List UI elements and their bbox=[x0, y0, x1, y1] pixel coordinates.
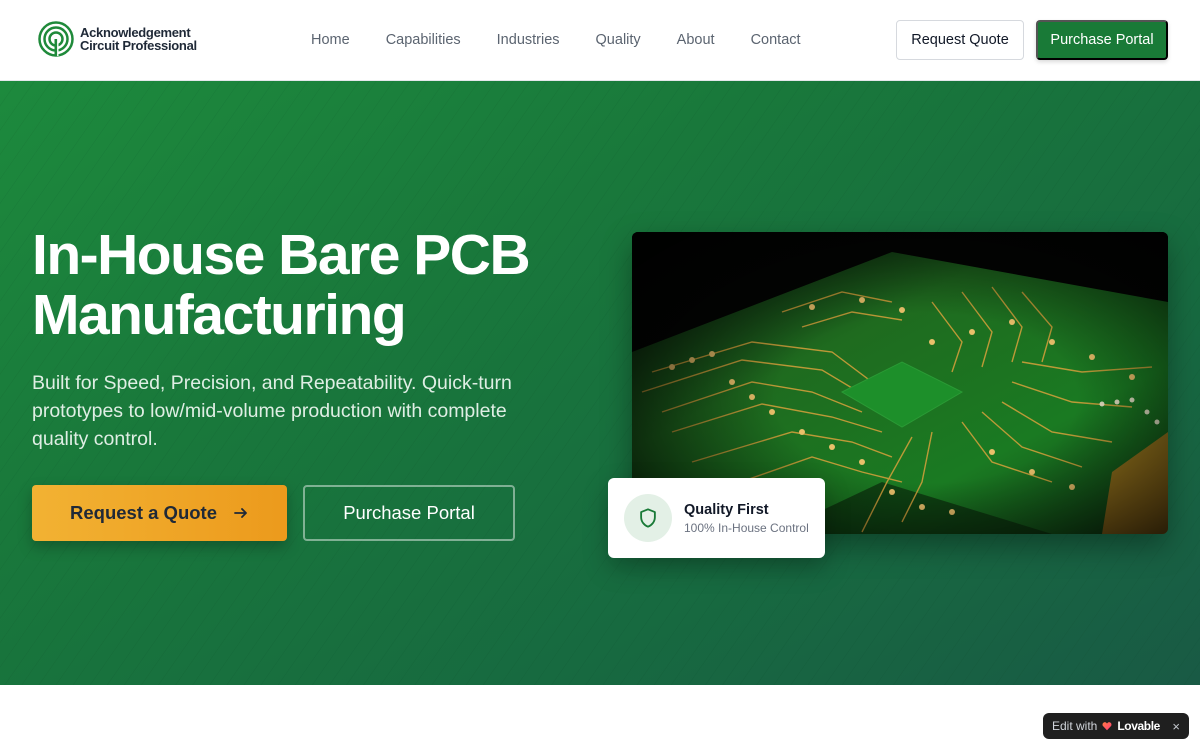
nav-item-capabilities[interactable]: Capabilities bbox=[368, 32, 479, 48]
request-a-quote-button[interactable]: Request a Quote bbox=[32, 485, 287, 541]
hero-subtitle: Built for Speed, Precision, and Repeatab… bbox=[32, 372, 512, 450]
site-header: Acknowledgement Circuit Professional Hom… bbox=[0, 0, 1200, 81]
nav-item-home[interactable]: Home bbox=[293, 32, 368, 48]
quality-card-title: Quality First bbox=[684, 502, 769, 518]
hero-purchase-portal-button[interactable]: Purchase Portal bbox=[303, 485, 515, 541]
shield-icon bbox=[640, 508, 656, 528]
quality-first-card: Quality First 100% In-House Control bbox=[608, 478, 825, 558]
hero-section: In-House Bare PCB Manufacturing Built fo… bbox=[0, 81, 1200, 685]
logo-mark-icon bbox=[38, 21, 74, 57]
nav-item-contact[interactable]: Contact bbox=[733, 32, 819, 48]
nav-item-quality[interactable]: Quality bbox=[578, 32, 659, 48]
logo-line-2: Circuit Professional bbox=[80, 38, 197, 53]
logo[interactable]: Acknowledgement Circuit Professional bbox=[38, 21, 197, 57]
hero-title: In-House Bare PCB Manufacturing bbox=[32, 223, 531, 347]
lovable-brand-label: Lovable bbox=[1117, 719, 1160, 733]
edit-with-lovable-badge[interactable]: Edit with Lovable × bbox=[1043, 713, 1189, 739]
request-a-quote-label: Request a Quote bbox=[70, 502, 217, 523]
request-quote-button[interactable]: Request Quote bbox=[896, 20, 1024, 60]
quality-card-subtitle: 100% In-House Control bbox=[684, 521, 809, 535]
shield-icon-wrap bbox=[624, 494, 672, 542]
close-icon[interactable]: × bbox=[1172, 720, 1180, 733]
purchase-portal-button[interactable]: Purchase Portal bbox=[1036, 20, 1168, 60]
lovable-edit-label: Edit with bbox=[1052, 719, 1098, 733]
nav-item-about[interactable]: About bbox=[659, 32, 733, 48]
main-nav: Home Capabilities Industries Quality Abo… bbox=[293, 0, 819, 80]
arrow-right-icon bbox=[234, 508, 247, 518]
lovable-heart-icon bbox=[1102, 722, 1112, 731]
nav-item-industries[interactable]: Industries bbox=[479, 32, 578, 48]
